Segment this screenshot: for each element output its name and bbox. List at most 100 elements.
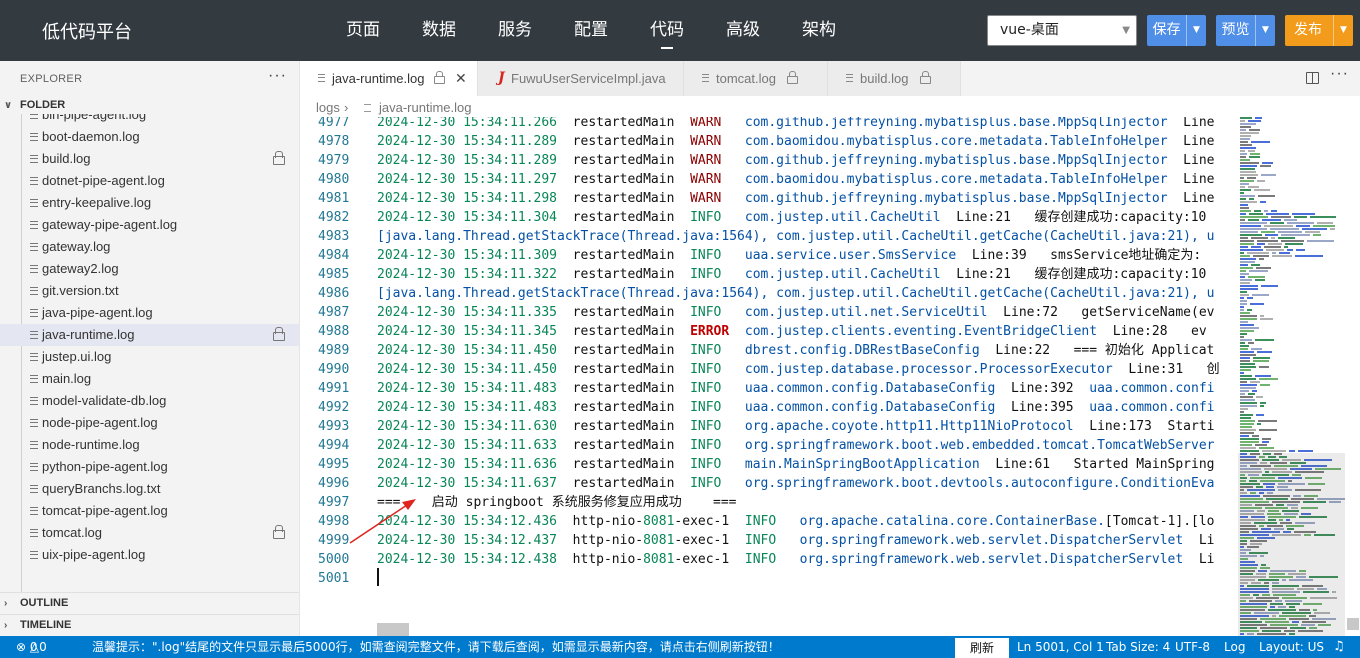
file-item[interactable]: justep.ui.log — [0, 346, 299, 368]
nav-item-services[interactable]: 服务 — [477, 0, 553, 61]
minimap-line — [1240, 384, 1257, 386]
nav-item-architecture[interactable]: 架构 — [781, 0, 857, 61]
minimap-line — [1240, 117, 1252, 119]
file-item[interactable]: queryBranchs.log.txt — [0, 478, 299, 500]
file-name: bin-pipe-agent.log — [42, 114, 147, 122]
file-item[interactable]: bin-pipe-agent.log — [0, 114, 299, 126]
file-lines-icon — [702, 74, 709, 82]
minimap-line — [1240, 195, 1255, 197]
nav-item-config[interactable]: 配置 — [553, 0, 629, 61]
minimap-line — [1247, 252, 1269, 254]
problems-indicator[interactable]: ⊗ 0 △ 0 — [16, 636, 47, 658]
publish-dropdown-caret-icon[interactable]: ▼ — [1333, 15, 1353, 46]
log-line: 4993 2024-12-30 15:34:11.630 restartedMai… — [300, 417, 1230, 436]
file-lines-icon — [30, 375, 38, 383]
file-item[interactable]: build.log — [0, 148, 299, 170]
breadcrumb-folder[interactable]: logs — [316, 97, 340, 119]
save-button[interactable]: 保存 ▼ — [1147, 15, 1206, 46]
nav-item-pages[interactable]: 页面 — [325, 0, 401, 61]
tab-fuwu-user-service-impl[interactable]: J FuwuUserServiceImpl.java — [478, 61, 684, 96]
file-lines-icon — [30, 331, 38, 339]
file-item[interactable]: java-runtime.log — [0, 324, 299, 346]
file-item[interactable]: node-runtime.log — [0, 434, 299, 456]
minimap-line — [1261, 174, 1276, 176]
minimap-line — [1240, 288, 1258, 290]
file-item[interactable]: gateway-pipe-agent.log — [0, 214, 299, 236]
minimap-line — [1240, 219, 1245, 221]
minimap-line — [1278, 231, 1302, 233]
nav-item-advanced[interactable]: 高级 — [705, 0, 781, 61]
file-name: gateway-pipe-agent.log — [42, 217, 178, 232]
minimap-line — [1271, 237, 1275, 239]
minimap-line — [1249, 129, 1260, 131]
file-lines-icon — [364, 104, 371, 112]
file-item[interactable]: dotnet-pipe-agent.log — [0, 170, 299, 192]
file-item[interactable]: python-pipe-agent.log — [0, 456, 299, 478]
minimap-line — [1240, 243, 1254, 245]
minimap-line — [1240, 276, 1245, 278]
timeline-section-header[interactable]: › TIMELINE — [4, 619, 71, 631]
file-item[interactable]: uix-pipe-agent.log — [0, 544, 299, 566]
minimap-line — [1240, 336, 1244, 338]
file-item[interactable]: gateway2.log — [0, 258, 299, 280]
more-actions-icon[interactable]: ··· — [268, 67, 287, 85]
refresh-button[interactable]: 刷新 — [955, 638, 1009, 658]
tab-build-log[interactable]: build.log — [828, 61, 961, 96]
split-editor-icon[interactable] — [1306, 72, 1319, 84]
vertical-scrollbar[interactable] — [1347, 618, 1359, 630]
minimap-line — [1250, 381, 1260, 383]
nav-item-code[interactable]: 代码 — [629, 0, 705, 61]
nav-item-data[interactable]: 数据 — [401, 0, 477, 61]
tab-java-runtime-log[interactable]: java-runtime.log ✕ — [300, 61, 478, 96]
minimap-line — [1240, 216, 1268, 218]
publish-button[interactable]: 发布 ▼ — [1285, 15, 1353, 46]
breadcrumb-file[interactable]: java-runtime.log — [379, 97, 472, 119]
minimap-line — [1240, 147, 1256, 149]
file-item[interactable]: gateway.log — [0, 236, 299, 258]
minimap-line — [1240, 405, 1257, 407]
file-item[interactable]: node-pipe-agent.log — [0, 412, 299, 434]
minimap-line — [1240, 438, 1259, 440]
log-text: 2024-12-30 15:34:11.636 restartedMain IN… — [377, 457, 1215, 472]
log-text: 2024-12-30 15:34:11.633 restartedMain IN… — [377, 438, 1215, 453]
horizontal-scrollbar[interactable] — [377, 623, 409, 636]
more-actions-icon[interactable]: ··· — [1330, 65, 1349, 83]
environment-select[interactable]: vue-桌面 ▼ — [987, 15, 1137, 46]
save-button-label: 保存 — [1152, 22, 1181, 38]
minimap-line — [1240, 303, 1247, 305]
folder-section-header[interactable]: ∨ FOLDER — [4, 99, 65, 111]
line-number: 4988 — [318, 324, 350, 339]
preview-dropdown-caret-icon[interactable]: ▼ — [1255, 15, 1275, 46]
close-icon[interactable]: ✕ — [455, 61, 467, 96]
outline-section-header[interactable]: › OUTLINE — [4, 597, 68, 609]
log-editor[interactable]: 4977 2024-12-30 15:34:11.266 restartedMai… — [300, 117, 1230, 636]
encoding[interactable]: UTF-8 — [1175, 636, 1210, 658]
file-item[interactable]: model-validate-db.log — [0, 390, 299, 412]
log-line: 4985 2024-12-30 15:34:11.322 restartedMai… — [300, 265, 1230, 284]
minimap-line — [1240, 177, 1244, 179]
file-item[interactable]: boot-daemon.log — [0, 126, 299, 148]
tab-size[interactable]: Tab Size: 4 — [1106, 636, 1170, 658]
save-dropdown-caret-icon[interactable]: ▼ — [1186, 15, 1206, 46]
file-item[interactable]: git.version.txt — [0, 280, 299, 302]
cursor-position[interactable]: Ln 5001, Col 1 — [1017, 636, 1104, 658]
language-mode[interactable]: Log — [1224, 636, 1245, 658]
file-item[interactable]: main.log — [0, 368, 299, 390]
file-item[interactable]: entry-keepalive.log — [0, 192, 299, 214]
minimap-line — [1240, 186, 1245, 188]
minimap-line — [1272, 255, 1292, 257]
minimap-slider[interactable] — [1238, 453, 1345, 636]
tab-tomcat-log[interactable]: tomcat.log — [684, 61, 828, 96]
file-item[interactable]: tomcat-pipe-agent.log — [0, 500, 299, 522]
line-number: 4986 — [318, 286, 350, 301]
file-item[interactable]: tomcat.log — [0, 522, 299, 544]
preview-button[interactable]: 预览 ▼ — [1216, 15, 1275, 46]
keyboard-layout[interactable]: Layout: US — [1259, 636, 1324, 658]
file-item[interactable]: java-pipe-agent.log — [0, 302, 299, 324]
minimap-line — [1240, 426, 1252, 428]
minimap-line — [1272, 252, 1276, 254]
chevron-down-icon: ▼ — [1122, 25, 1130, 36]
bell-icon[interactable]: ♫ — [1333, 636, 1345, 658]
minimap-line — [1260, 318, 1273, 320]
minimap-line — [1262, 438, 1271, 440]
